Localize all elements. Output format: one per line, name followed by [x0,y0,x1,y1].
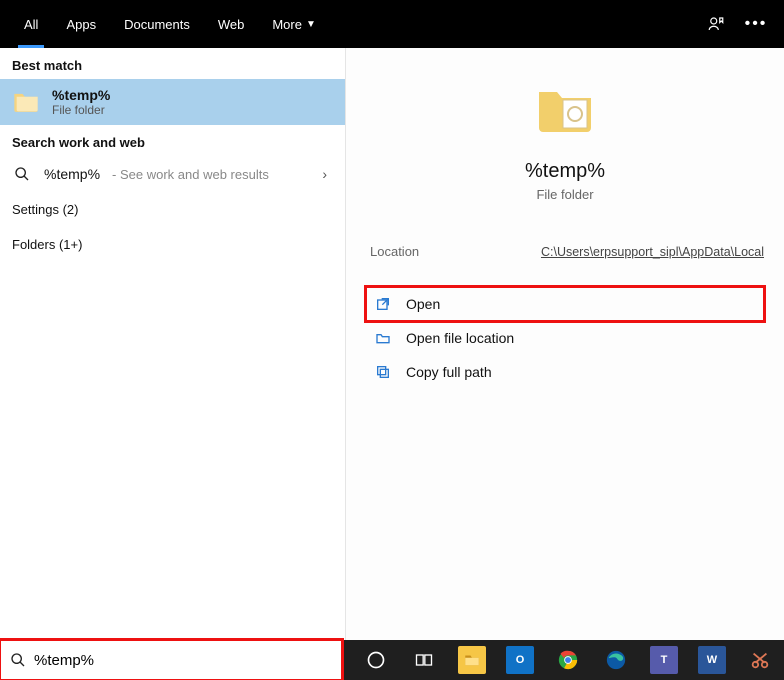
settings-group[interactable]: Settings (2) [0,192,345,227]
copy-icon [374,363,392,381]
search-icon [10,652,26,668]
search-input[interactable] [34,652,332,669]
web-search-hint: - See work and web results [112,167,269,182]
more-options-icon[interactable]: ••• [746,14,766,34]
search-web-header: Search work and web [0,125,345,156]
web-search-query: %temp% [44,166,100,182]
folder-open-icon [374,329,392,347]
location-label: Location [370,244,419,259]
chrome-icon[interactable] [544,640,592,680]
tab-documents[interactable]: Documents [110,0,204,48]
search-icon [12,166,32,182]
taskbar-apps: O T W [352,640,784,680]
open-icon [374,295,392,313]
tab-web[interactable]: Web [204,0,259,48]
tab-more[interactable]: More▼ [258,0,330,48]
web-search-result[interactable]: %temp% - See work and web results › [0,156,345,192]
location-path[interactable]: C:\Users\erpsupport_sipl\AppData\Local [541,245,764,259]
chevron-down-icon: ▼ [306,19,316,30]
preview-subtitle: File folder [536,187,593,202]
preview-pane: %temp% File folder Location C:\Users\erp… [345,48,784,640]
action-open-location[interactable]: Open file location [366,321,764,355]
file-explorer-icon[interactable] [448,640,496,680]
task-view-icon[interactable] [400,640,448,680]
best-match-subtitle: File folder [52,103,110,117]
feedback-icon[interactable] [706,14,726,34]
teams-icon[interactable]: T [640,640,688,680]
folders-group[interactable]: Folders (1+) [0,227,345,262]
best-match-header: Best match [0,48,345,79]
tab-all[interactable]: All [10,0,52,48]
action-copy-path[interactable]: Copy full path [366,355,764,389]
outlook-icon[interactable]: O [496,640,544,680]
search-filter-bar: All Apps Documents Web More▼ ••• [0,0,784,48]
tab-apps[interactable]: Apps [52,0,110,48]
taskbar: O T W [0,640,784,680]
edge-icon[interactable] [592,640,640,680]
folder-icon [12,88,40,116]
preview-title: %temp% [525,160,605,183]
chevron-right-icon: › [322,166,333,182]
best-match-result[interactable]: %temp% File folder [0,79,345,125]
filter-tabs: All Apps Documents Web More▼ [10,0,330,48]
taskbar-search[interactable] [0,640,342,680]
search-results-panel: Best match %temp% File folder Search wor… [0,48,784,640]
folder-icon [533,78,597,142]
cortana-icon[interactable] [352,640,400,680]
location-row: Location C:\Users\erpsupport_sipl\AppDat… [366,238,764,287]
action-open[interactable]: Open [366,287,764,321]
action-copy-path-label: Copy full path [406,364,492,380]
action-open-location-label: Open file location [406,330,514,346]
action-open-label: Open [406,296,440,312]
snip-icon[interactable] [736,640,784,680]
results-list: Best match %temp% File folder Search wor… [0,48,345,640]
best-match-title: %temp% [52,87,110,103]
preview-actions: Open Open file location Copy full path [366,287,764,389]
word-icon[interactable]: W [688,640,736,680]
